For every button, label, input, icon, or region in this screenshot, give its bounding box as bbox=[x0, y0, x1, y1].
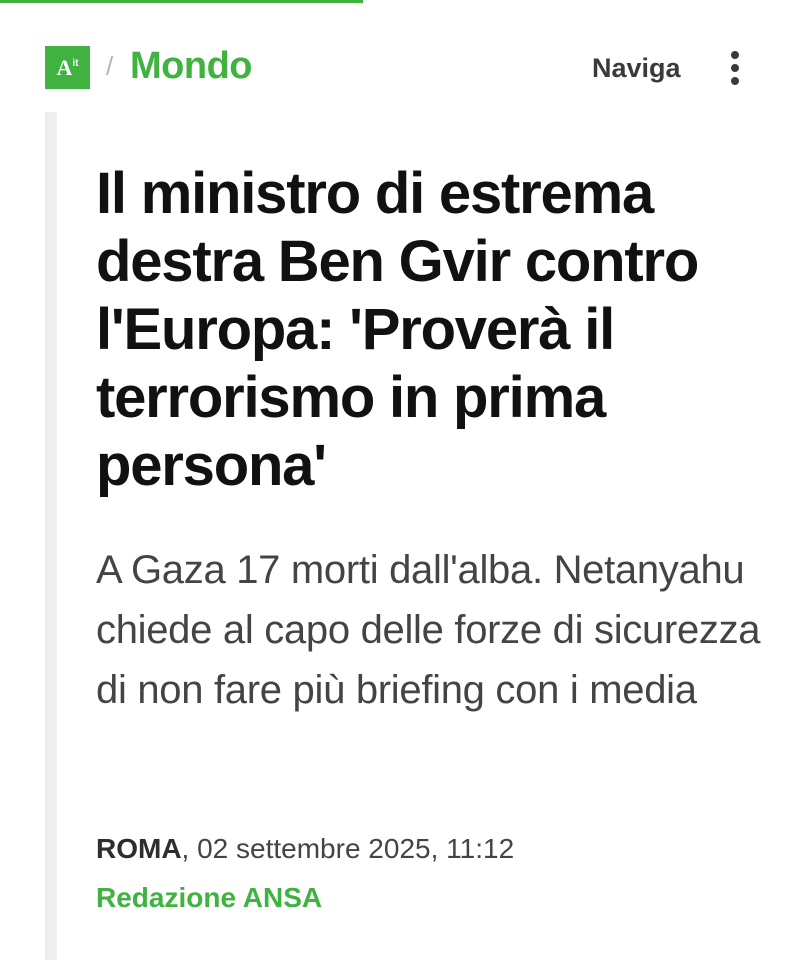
menu-dot bbox=[731, 77, 739, 85]
more-vertical-icon[interactable] bbox=[722, 46, 748, 90]
breadcrumb-separator: / bbox=[106, 51, 114, 81]
top-bar: Ait / Mondo Naviga bbox=[0, 0, 807, 130]
author-link[interactable]: Redazione ANSA bbox=[96, 881, 322, 915]
dateline-date: , 02 settembre 2025, 11:12 bbox=[181, 833, 515, 864]
menu-dot bbox=[731, 51, 739, 59]
dateline-city: ROMA bbox=[96, 833, 182, 864]
article-headline: Il ministro di estrema destra Ben Gvir c… bbox=[96, 161, 699, 498]
logo-suffix: it bbox=[72, 57, 79, 69]
logo-letter: A bbox=[56, 54, 73, 80]
ansa-logo[interactable]: Ait bbox=[45, 46, 90, 89]
section-link-mondo[interactable]: Mondo bbox=[130, 43, 253, 89]
left-rail-divider bbox=[45, 112, 57, 960]
article-dateline: ROMA, 02 settembre 2025, 11:12 bbox=[96, 832, 514, 866]
menu-dot bbox=[731, 64, 739, 72]
navigate-button[interactable]: Naviga bbox=[592, 52, 681, 84]
article-subtitle: A Gaza 17 morti dall'alba. Netanyahu chi… bbox=[96, 548, 761, 712]
